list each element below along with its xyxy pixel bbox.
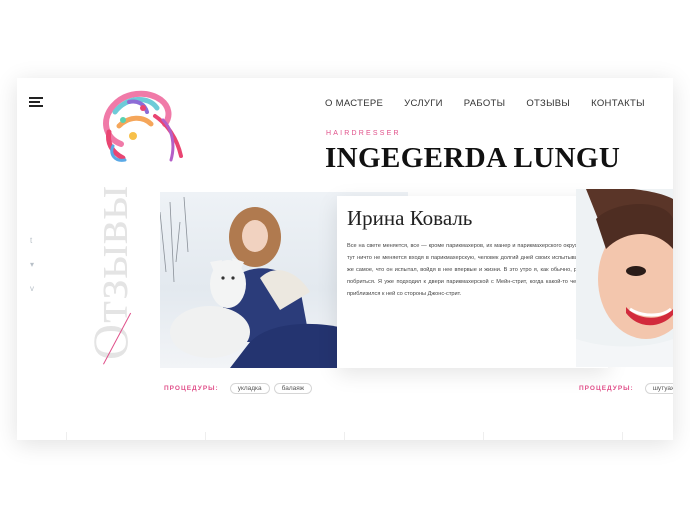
hamburger-menu-icon[interactable] — [29, 97, 43, 108]
tumblr-icon[interactable]: t — [30, 236, 32, 245]
nav-item-reviews[interactable]: ОТЗЫВЫ — [526, 98, 570, 109]
section-vertical-title: Отзывы — [82, 184, 138, 360]
procedures-row-2: ПРОЦЕДУРЫ: шутуаж — [579, 383, 673, 394]
nav-item-contacts[interactable]: КОНТАКТЫ — [591, 98, 645, 109]
grid-divider — [483, 432, 484, 440]
page-card: О МАСТЕРЕ УСЛУГИ РАБОТЫ ОТЗЫВЫ КОНТАКТЫ … — [17, 78, 673, 440]
hero-subtitle: HAIRDRESSER — [326, 130, 401, 137]
vimeo-icon[interactable]: v — [30, 284, 34, 293]
watercolor-hair-logo — [103, 90, 183, 162]
nav-item-works[interactable]: РАБОТЫ — [464, 98, 506, 109]
review-photo-smiling-woman — [576, 189, 673, 367]
procedure-tag-shatush[interactable]: шутуаж — [644, 383, 673, 394]
hero-name: INGEGERDA LUNGU — [325, 142, 621, 174]
grid-divider — [66, 432, 67, 440]
procedure-tag-balayage[interactable]: балаяж — [273, 383, 313, 394]
review-card: Ирина Коваль Все на свете меняется, все … — [337, 196, 608, 368]
grid-divider — [344, 432, 345, 440]
grid-divider — [205, 432, 206, 440]
main-nav: О МАСТЕРЕ УСЛУГИ РАБОТЫ ОТЗЫВЫ КОНТАКТЫ — [325, 98, 645, 109]
procedures-label: ПРОЦЕДУРЫ: — [164, 385, 219, 392]
procedure-tag-styling[interactable]: укладка — [229, 383, 270, 394]
procedures-row: ПРОЦЕДУРЫ: укладка балаяж — [164, 383, 316, 394]
nav-item-about[interactable]: О МАСТЕРЕ — [325, 98, 383, 109]
procedures-label-2: ПРОЦЕДУРЫ: — [579, 385, 634, 392]
review-author-name: Ирина Коваль — [347, 206, 473, 230]
twitter-icon[interactable]: ▾ — [30, 260, 34, 269]
nav-item-services[interactable]: УСЛУГИ — [404, 98, 443, 109]
review-text: Все на свете меняется, все — кроме парик… — [347, 243, 591, 297]
grid-divider — [622, 432, 623, 440]
